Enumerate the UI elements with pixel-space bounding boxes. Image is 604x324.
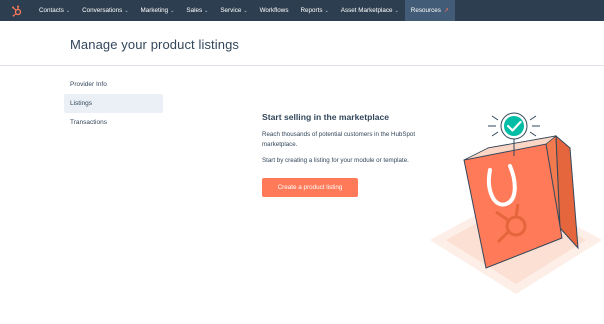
nav-service[interactable]: Service ⌄	[214, 0, 253, 21]
empty-state-instructions: Start by creating a listing for your mod…	[262, 157, 409, 164]
sidebar-item-label: Transactions	[70, 119, 107, 126]
nav-label: Workflows	[259, 7, 289, 14]
sidebar-item-provider-info[interactable]: Provider Info	[64, 75, 163, 94]
page-header: Manage your product listings	[0, 21, 604, 66]
create-product-listing-button[interactable]: Create a product listing	[262, 177, 358, 197]
nav-resources[interactable]: Resources ↗	[404, 0, 455, 21]
page-title: Manage your product listings	[70, 37, 240, 52]
shopping-bag-illustration	[428, 108, 604, 298]
sidebar-item-listings[interactable]: Listings	[64, 94, 163, 113]
nav-label: Contacts	[39, 7, 64, 14]
chevron-down-icon: ⌄	[170, 7, 175, 14]
nav-label: Reports	[300, 7, 323, 14]
empty-state-description: Reach thousands of potential customers i…	[262, 131, 416, 148]
empty-state: Start selling in the marketplace Reach t…	[262, 112, 422, 197]
sidebar-item-label: Listings	[70, 100, 93, 107]
nav-workflows[interactable]: Workflows	[254, 0, 295, 21]
nav-sales[interactable]: Sales ⌄	[180, 0, 214, 21]
empty-state-title: Start selling in the marketplace	[262, 112, 390, 122]
nav-label: Asset Marketplace	[340, 7, 393, 14]
sidebar: Provider Info Listings Transactions	[64, 75, 163, 132]
nav-reports[interactable]: Reports ⌄	[295, 0, 335, 21]
chevron-down-icon: ⌄	[204, 7, 209, 14]
chevron-down-icon: ⌄	[65, 7, 71, 14]
chevron-down-icon: ⌄	[124, 7, 129, 14]
hubspot-logo-icon[interactable]	[0, 0, 33, 21]
external-link-icon: ↗	[443, 8, 449, 14]
chevron-down-icon: ⌄	[243, 7, 248, 14]
chevron-down-icon: ⌄	[324, 7, 329, 14]
sidebar-item-label: Provider Info	[70, 81, 107, 88]
nav-label: Conversations	[82, 7, 123, 14]
nav-label: Service	[220, 7, 242, 14]
sidebar-item-transactions[interactable]: Transactions	[64, 113, 163, 132]
top-navigation: Contacts ⌄ Conversations ⌄ Marketing ⌄ Sale…	[0, 0, 604, 21]
nav-label: Marketing	[140, 7, 169, 14]
chevron-down-icon: ⌄	[394, 7, 399, 14]
nav-label: Resources	[410, 7, 441, 14]
nav-marketing[interactable]: Marketing ⌄	[135, 0, 181, 21]
nav-contacts[interactable]: Contacts ⌄	[33, 0, 76, 21]
nav-label: Sales	[186, 7, 203, 14]
nav-conversations[interactable]: Conversations ⌄	[76, 0, 134, 21]
nav-asset-marketplace[interactable]: Asset Marketplace ⌄	[335, 0, 405, 21]
